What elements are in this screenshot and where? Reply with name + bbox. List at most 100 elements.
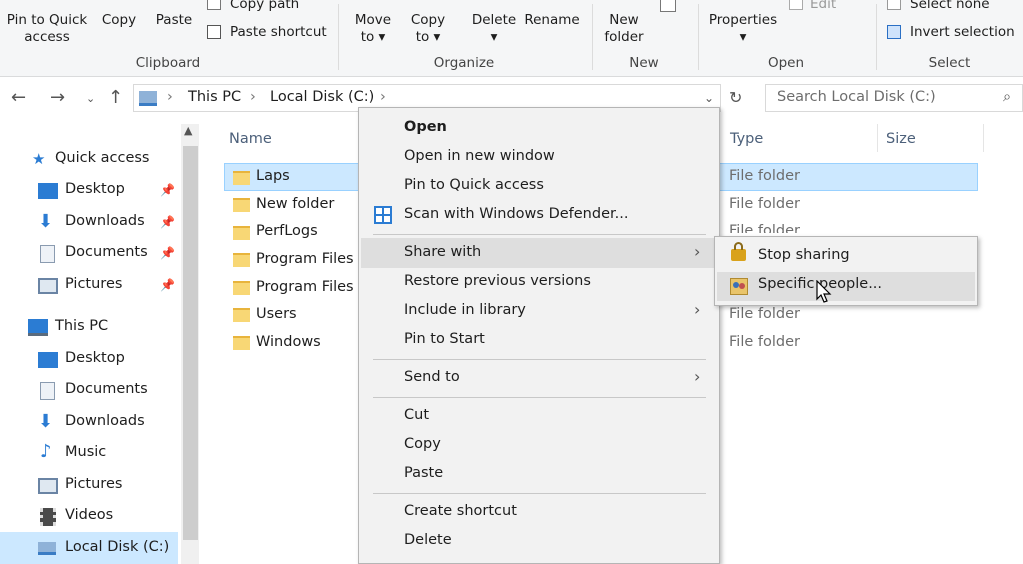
file-row-name[interactable]: PerfLogs	[256, 223, 318, 239]
select-none-icon	[887, 0, 901, 10]
open-group-label: Open	[767, 55, 805, 71]
nav-quick-downloads[interactable]: Downloads	[65, 213, 145, 229]
paste-shortcut-icon	[207, 25, 221, 39]
column-header-type[interactable]: Type	[730, 131, 763, 147]
properties-button[interactable]: Properties ▾	[704, 12, 782, 46]
menu-item-create-shortcut[interactable]: Create shortcut	[404, 503, 517, 519]
download-arrow-icon: ⬇	[38, 211, 54, 232]
menu-item-restore-previous[interactable]: Restore previous versions	[404, 273, 591, 289]
nav-pc-documents[interactable]: Documents	[65, 381, 148, 397]
invert-selection-button[interactable]: Invert selection	[910, 24, 1015, 41]
file-row-type: File folder	[729, 223, 800, 233]
menu-item-paste[interactable]: Paste	[404, 465, 443, 481]
folder-icon	[233, 336, 250, 350]
nav-this-pc[interactable]: This PC	[55, 318, 108, 334]
menu-separator	[373, 397, 706, 398]
file-row-name[interactable]: Laps	[256, 168, 290, 184]
file-row-type: File folder	[729, 196, 800, 212]
column-separator[interactable]	[983, 124, 984, 152]
pin-icon: 📌	[160, 246, 175, 260]
column-header-size[interactable]: Size	[886, 131, 916, 147]
search-icon[interactable]: ⌕	[1003, 89, 1011, 105]
select-none-button[interactable]: Select none	[910, 0, 990, 13]
edit-button[interactable]: Edit	[810, 0, 836, 13]
nav-scrollbar-thumb[interactable]	[183, 146, 198, 540]
folder-icon	[233, 171, 250, 185]
scroll-up-chevron-icon[interactable]: ▲	[184, 124, 192, 137]
copy-path-icon	[207, 0, 221, 10]
organize-group-label: Organize	[433, 55, 495, 71]
menu-separator	[373, 234, 706, 235]
picture-icon	[38, 478, 58, 494]
pin-icon: 📌	[160, 278, 175, 292]
menu-item-pin-start[interactable]: Pin to Start	[404, 331, 485, 347]
menu-item-open[interactable]: Open	[404, 119, 447, 135]
submenu-chevron-right-icon: ›	[694, 367, 701, 386]
drive-icon	[139, 91, 157, 106]
menu-item-pin-quick-access[interactable]: Pin to Quick access	[404, 177, 544, 193]
breadcrumb-separator: ›	[250, 89, 256, 105]
menu-separator	[373, 359, 706, 360]
new-folder-button[interactable]: New folder	[598, 12, 650, 46]
file-row-name[interactable]: Users	[256, 306, 297, 322]
nav-pc-pictures[interactable]: Pictures	[65, 476, 122, 492]
breadcrumb-local-disk[interactable]: Local Disk (C:)	[270, 89, 374, 105]
file-row-name[interactable]: Program Files	[256, 251, 354, 267]
menu-item-open-new-window[interactable]: Open in new window	[404, 148, 555, 164]
nav-quick-pictures[interactable]: Pictures	[65, 276, 122, 292]
file-row-type: File folder	[729, 168, 800, 184]
submenu-item-stop-sharing[interactable]: Stop sharing	[758, 247, 850, 263]
up-arrow-icon[interactable]: ↑	[108, 87, 123, 108]
file-row-name[interactable]: New folder	[256, 196, 334, 212]
paste-button[interactable]: Paste	[150, 12, 198, 29]
document-icon	[40, 382, 55, 400]
menu-item-cut[interactable]: Cut	[404, 407, 429, 423]
new-item-icon[interactable]	[660, 0, 676, 12]
breadcrumb-this-pc[interactable]: This PC	[188, 89, 241, 105]
forward-arrow-icon[interactable]: →	[50, 87, 65, 108]
move-to-button[interactable]: Move to ▾	[348, 12, 398, 46]
search-placeholder: Search Local Disk (C:)	[777, 89, 936, 105]
folder-icon	[233, 308, 250, 322]
copy-button[interactable]: Copy	[97, 12, 141, 29]
file-row-name[interactable]: Windows	[256, 334, 321, 350]
nav-pc-downloads[interactable]: Downloads	[65, 413, 145, 429]
download-arrow-icon: ⬇	[38, 411, 54, 432]
address-dropdown-chevron-icon[interactable]: ⌄	[704, 91, 714, 105]
pin-to-quick-access-button[interactable]: Pin to Quick access	[4, 12, 90, 46]
column-separator[interactable]	[877, 124, 878, 152]
rename-button[interactable]: Rename	[522, 12, 582, 29]
edit-icon	[789, 0, 803, 10]
nav-pc-music[interactable]: Music	[65, 444, 106, 460]
column-header-name[interactable]: Name	[229, 131, 272, 147]
video-film-icon	[40, 508, 56, 526]
nav-pc-local-disk[interactable]: Local Disk (C:)	[65, 539, 169, 555]
recent-locations-chevron-icon[interactable]: ⌄	[86, 92, 95, 105]
nav-quick-access[interactable]: Quick access	[55, 150, 149, 166]
folder-icon	[233, 281, 250, 295]
copy-to-button[interactable]: Copy to ▾	[403, 12, 453, 46]
desktop-icon	[38, 352, 58, 368]
refresh-icon[interactable]: ↻	[729, 88, 742, 107]
delete-button[interactable]: Delete ▾	[466, 12, 522, 46]
menu-item-copy[interactable]: Copy	[404, 436, 441, 452]
menu-item-delete[interactable]: Delete	[404, 532, 452, 548]
menu-item-scan-defender[interactable]: Scan with Windows Defender...	[404, 206, 628, 222]
file-row-name[interactable]: Program Files (	[256, 279, 356, 295]
music-note-icon: ♪	[40, 441, 52, 462]
breadcrumb-separator: ›	[380, 89, 386, 105]
menu-item-send-to[interactable]: Send to	[404, 369, 460, 385]
nav-quick-documents[interactable]: Documents	[65, 244, 148, 260]
menu-item-include-library[interactable]: Include in library	[404, 302, 526, 318]
desktop-icon	[38, 183, 58, 199]
nav-pc-videos[interactable]: Videos	[65, 507, 113, 523]
copy-path-button[interactable]: Copy path	[230, 0, 299, 13]
paste-shortcut-button[interactable]: Paste shortcut	[230, 24, 327, 41]
menu-item-share-with[interactable]: Share with	[404, 244, 481, 260]
back-arrow-icon[interactable]: ←	[11, 87, 26, 108]
nav-quick-desktop[interactable]: Desktop	[65, 181, 125, 197]
ribbon: Pin to Quick access Copy Paste Copy path…	[0, 0, 1023, 77]
submenu-chevron-right-icon: ›	[694, 242, 701, 261]
nav-pc-desktop[interactable]: Desktop	[65, 350, 125, 366]
pin-icon: 📌	[160, 183, 175, 197]
